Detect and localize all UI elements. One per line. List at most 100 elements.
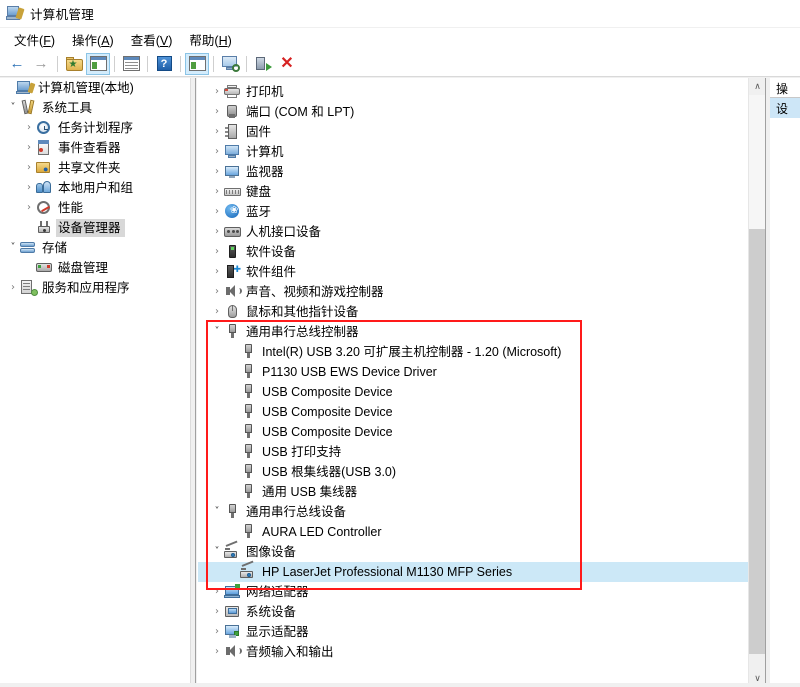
sidebar-item-computer-management[interactable]: › 计算机管理(本地) [0,78,190,98]
sidebar-item-shared-folders[interactable]: › ● 共享文件夹 [0,158,190,178]
audio-io-icon [224,644,242,660]
tree-row-usb-composite-device-1[interactable]: USB Composite Device [198,382,749,402]
chevron-right-icon[interactable]: › [210,167,224,177]
tree-row-software-components[interactable]: › ✚ 软件组件 [198,262,749,282]
tree-row-display-adapters[interactable]: › 显示适配器 [198,622,749,642]
chevron-down-icon[interactable]: ˅ [210,547,224,557]
chevron-down-icon[interactable]: ˅ [6,103,20,113]
chevron-right-icon[interactable]: › [210,87,224,97]
sidebar-item-local-users-groups[interactable]: › 本地用户和组 [0,178,190,198]
tree-row-label: AURA LED Controller [262,525,382,539]
device-tree-scrollbar[interactable]: ∧ ∨ [748,78,766,687]
tree-row-sound-video-game[interactable]: › 声音、视频和游戏控制器 [198,282,749,302]
sidebar-item-task-scheduler[interactable]: › 任务计划程序 [0,118,190,138]
menu-view[interactable]: 查看(V) [123,28,182,51]
chevron-right-icon[interactable]: › [22,183,36,193]
tree-row-keyboards[interactable]: › 键盘 [198,182,749,202]
chevron-right-icon[interactable]: › [6,283,20,293]
chevron-right-icon[interactable]: › [210,307,224,317]
tree-row-label: 鼠标和其他指针设备 [246,305,359,319]
tree-row-network-adapters[interactable]: › 网络适配器 [198,582,749,602]
uninstall-device-icon[interactable]: ✕ [275,53,299,75]
tree-row-label: 图像设备 [246,545,297,559]
menu-file[interactable]: 文件(F) [6,28,64,51]
chevron-right-icon[interactable]: › [22,143,36,153]
chevron-right-icon[interactable]: › [210,247,224,257]
tree-row-mice[interactable]: › 鼠标和其他指针设备 [198,302,749,322]
tree-row-monitors[interactable]: › 监视器 [198,162,749,182]
tree-row-usb-composite-device-2[interactable]: USB Composite Device [198,402,749,422]
chevron-right-icon[interactable]: › [210,107,224,117]
sidebar-item-system-tools[interactable]: ˅ 系统工具 [0,98,190,118]
tree-row-system-devices[interactable]: › 系统设备 [198,602,749,622]
chevron-right-icon[interactable]: › [210,227,224,237]
tree-row-audio-io[interactable]: › 音频输入和输出 [198,642,749,662]
chevron-right-icon[interactable]: › [210,267,224,277]
chevron-right-icon[interactable]: › [210,287,224,297]
tree-row-generic-usb-hub[interactable]: 通用 USB 集线器 [198,482,749,502]
tree-row-hid[interactable]: › 人机接口设备 [198,222,749,242]
tree-row-hp-laserjet-m1130[interactable]: HP LaserJet Professional M1130 MFP Serie… [198,560,749,582]
sidebar-item-device-manager[interactable]: 设备管理器 [0,218,190,238]
event-viewer-icon [36,140,53,156]
sidebar-item-event-viewer[interactable]: › 事件查看器 [0,138,190,158]
chevron-right-icon[interactable]: › [210,647,224,657]
sidebar-item-storage[interactable]: ˅ 存储 [0,238,190,258]
tree-row-ports[interactable]: › 端口 (COM 和 LPT) [198,102,749,122]
chevron-right-icon[interactable]: › [210,627,224,637]
chevron-down-icon[interactable]: ˅ [210,327,224,337]
sidebar-item-performance[interactable]: › 性能 [0,198,190,218]
sidebar-item-services-applications[interactable]: › 服务和应用程序 [0,278,190,298]
tree-row-usb-composite-device-3[interactable]: USB Composite Device [198,422,749,442]
tree-row-computer[interactable]: › 计算机 [198,142,749,162]
chevron-right-icon[interactable]: › [210,187,224,197]
tree-row-usb-root-hub[interactable]: USB 根集线器(USB 3.0) [198,462,749,482]
show-hide-console-tree-icon[interactable] [86,52,110,75]
chevron-right-icon[interactable]: › [210,587,224,597]
forward-arrow-icon[interactable]: → [29,53,53,75]
tree-row-intel-usb-xhci[interactable]: Intel(R) USB 3.20 可扩展主机控制器 - 1.20 (Micro… [198,342,749,362]
scrollbar-thumb[interactable] [749,229,766,654]
menu-action[interactable]: 操作(A) [64,28,123,51]
tree-row-usb-devices[interactable]: ˅ 通用串行总线设备 [198,502,749,522]
tree-row-imaging-devices[interactable]: ˅ 图像设备 [198,540,749,562]
back-arrow-icon[interactable]: ← [5,53,29,75]
show-hide-action-pane-icon[interactable] [185,52,209,75]
help-icon[interactable]: ? [152,53,176,75]
console-tree-pane[interactable]: › 计算机管理(本地) ˅ 系统工具 › 任务计划程序 › [0,78,190,687]
chevron-right-icon[interactable]: › [22,123,36,133]
properties-icon[interactable] [119,53,143,75]
chevron-right-icon[interactable]: › [22,203,36,213]
scrollbar-track-upper[interactable] [749,95,766,229]
scroll-up-button[interactable]: ∧ [749,78,766,95]
chevron-down-icon[interactable]: ˅ [210,507,224,517]
up-folder-icon[interactable]: ★ [62,53,86,75]
tree-row-label: USB 打印支持 [262,445,342,459]
tree-row-usb-controllers[interactable]: ˅ 通用串行总线控制器 [198,322,749,342]
action-pane[interactable]: 操 设 [770,78,800,687]
chevron-right-icon[interactable]: › [210,207,224,217]
tree-row-label: HP LaserJet Professional M1130 MFP Serie… [262,565,513,579]
update-driver-icon[interactable] [251,53,275,75]
chevron-right-icon[interactable]: › [210,607,224,617]
chevron-down-icon[interactable]: ˅ [6,243,20,253]
tree-row-firmware[interactable]: › 固件 [198,122,749,142]
tree-row-aura-led-controller[interactable]: AURA LED Controller [198,522,749,542]
menu-help[interactable]: 帮助(H) [181,28,240,51]
sidebar-item-disk-management[interactable]: 磁盘管理 [0,258,190,278]
tree-row-software-devices[interactable]: › 软件设备 [198,242,749,262]
chevron-right-icon[interactable]: › [210,147,224,157]
pane-splitter[interactable] [190,78,196,687]
computer-management-window: 计算机管理 文件(F) 操作(A) 查看(V) 帮助(H) ← → ★ ? ✕ … [0,0,800,687]
chevron-right-icon[interactable]: › [210,127,224,137]
scan-monitor-icon[interactable] [218,53,242,75]
chevron-right-icon[interactable]: › [22,163,36,173]
menu-help-mnemonic: H [218,34,228,48]
tree-row-usb-print-support[interactable]: USB 打印支持 [198,442,749,462]
usb-icon [240,384,257,400]
device-tree-pane[interactable]: › 打印机 › 端口 (COM 和 LPT) › 固件 › 计算机 › 监视器 … [197,78,749,687]
tree-row-p1130-ews-driver[interactable]: P1130 USB EWS Device Driver [198,362,749,382]
tree-row-bluetooth[interactable]: › ❀ 蓝牙 [198,202,749,222]
action-pane-item[interactable]: 设 [770,98,800,118]
tree-row-printers[interactable]: › 打印机 [198,82,749,102]
